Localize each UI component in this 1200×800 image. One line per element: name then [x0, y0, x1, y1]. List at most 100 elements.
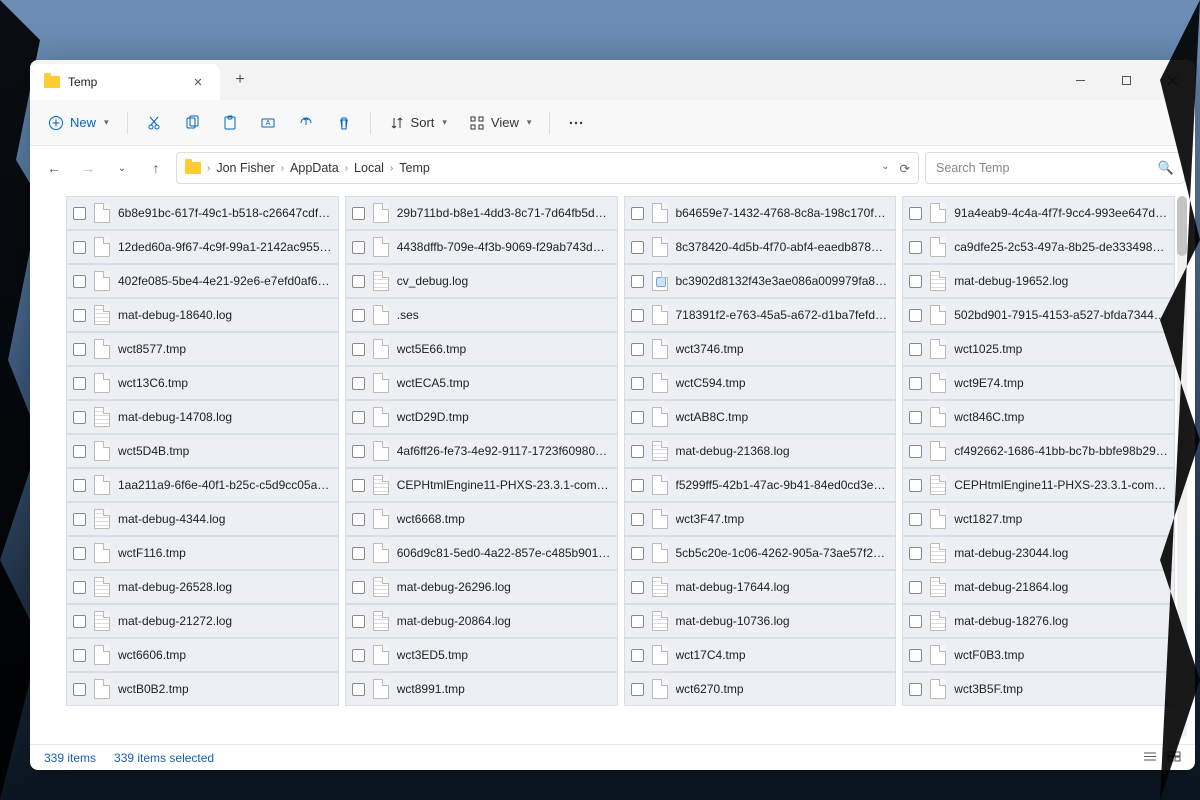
file-item[interactable]: wctECA5.tmp — [345, 366, 618, 400]
file-item[interactable]: wct3746.tmp — [624, 332, 897, 366]
checkbox[interactable] — [352, 479, 365, 492]
checkbox[interactable] — [909, 411, 922, 424]
file-item[interactable]: mat-debug-19652.log — [902, 264, 1175, 298]
file-item[interactable]: 4438dffb-709e-4f3b-9069-f29ab743d9e9.tmp — [345, 230, 618, 264]
checkbox[interactable] — [631, 479, 644, 492]
file-item[interactable]: wct8577.tmp — [66, 332, 339, 366]
file-item[interactable]: wct5D4B.tmp — [66, 434, 339, 468]
checkbox[interactable] — [73, 479, 86, 492]
file-item[interactable]: wctAB8C.tmp — [624, 400, 897, 434]
checkbox[interactable] — [352, 683, 365, 696]
checkbox[interactable] — [73, 683, 86, 696]
share-button[interactable] — [290, 107, 322, 139]
checkbox[interactable] — [909, 207, 922, 220]
checkbox[interactable] — [73, 615, 86, 628]
checkbox[interactable] — [73, 309, 86, 322]
breadcrumb-segment[interactable]: Local — [354, 161, 384, 175]
checkbox[interactable] — [631, 377, 644, 390]
up-button[interactable]: ↑ — [142, 154, 170, 182]
file-item[interactable]: wct1827.tmp — [902, 502, 1175, 536]
file-item[interactable]: mat-debug-26296.log — [345, 570, 618, 604]
checkbox[interactable] — [909, 683, 922, 696]
file-item[interactable]: wct6668.tmp — [345, 502, 618, 536]
checkbox[interactable] — [352, 615, 365, 628]
refresh-button[interactable]: ⟳ — [900, 161, 910, 176]
checkbox[interactable] — [909, 377, 922, 390]
file-item[interactable]: mat-debug-4344.log — [66, 502, 339, 536]
file-item[interactable]: cv_debug.log — [345, 264, 618, 298]
file-item[interactable]: mat-debug-17644.log — [624, 570, 897, 604]
checkbox[interactable] — [352, 513, 365, 526]
file-item[interactable]: wctB0B2.tmp — [66, 672, 339, 706]
file-item[interactable]: mat-debug-21368.log — [624, 434, 897, 468]
file-item[interactable]: 29b711bd-b8e1-4dd3-8c71-7d64fb5d54ee.t..… — [345, 196, 618, 230]
scrollbar-thumb[interactable] — [1177, 196, 1187, 256]
file-item[interactable]: b64659e7-1432-4768-8c8a-198c170f7532.tmp — [624, 196, 897, 230]
file-item[interactable]: 5cb5c20e-1c06-4262-905a-73ae57f26c51.tmp — [624, 536, 897, 570]
checkbox[interactable] — [352, 241, 365, 254]
file-item[interactable]: 402fe085-5be4-4e21-92e6-e7efd0af698c.tmp — [66, 264, 339, 298]
checkbox[interactable] — [909, 309, 922, 322]
sort-button[interactable]: Sort ▾ — [381, 107, 455, 139]
file-item[interactable]: wct5E66.tmp — [345, 332, 618, 366]
file-item[interactable]: 12ded60a-9f67-4c9f-99a1-2142ac955207.tmp — [66, 230, 339, 264]
close-button[interactable] — [1149, 60, 1195, 100]
recent-locations-button[interactable]: ⌄ — [108, 154, 136, 182]
file-item[interactable]: 718391f2-e763-45a5-a672-d1ba7fefd39d.tmp — [624, 298, 897, 332]
checkbox[interactable] — [73, 343, 86, 356]
rename-button[interactable]: A — [252, 107, 284, 139]
checkbox[interactable] — [631, 683, 644, 696]
file-item[interactable]: wct3ED5.tmp — [345, 638, 618, 672]
checkbox[interactable] — [352, 309, 365, 322]
search-input[interactable]: Search Temp 🔍 — [925, 152, 1185, 184]
file-item[interactable]: 6b8e91bc-617f-49c1-b518-c26647cdf4ad.tmp — [66, 196, 339, 230]
file-item[interactable]: bc3902d8132f43e3ae086a009979fa88.db — [624, 264, 897, 298]
file-item[interactable]: wctD29D.tmp — [345, 400, 618, 434]
checkbox[interactable] — [909, 241, 922, 254]
checkbox[interactable] — [352, 547, 365, 560]
file-item[interactable]: ca9dfe25-2c53-497a-8b25-de3334982501.tmp — [902, 230, 1175, 264]
checkbox[interactable] — [73, 411, 86, 424]
file-item[interactable]: 606d9c81-5ed0-4a22-857e-c485b9016318.t..… — [345, 536, 618, 570]
forward-button[interactable]: → — [74, 154, 102, 182]
checkbox[interactable] — [631, 615, 644, 628]
copy-button[interactable] — [176, 107, 208, 139]
file-item[interactable]: 8c378420-4d5b-4f70-abf4-eaedb878e665.tmp — [624, 230, 897, 264]
checkbox[interactable] — [352, 581, 365, 594]
checkbox[interactable] — [909, 343, 922, 356]
breadcrumb-segment[interactable]: AppData — [290, 161, 339, 175]
file-item[interactable]: wct1025.tmp — [902, 332, 1175, 366]
details-view-button[interactable] — [1143, 751, 1157, 765]
checkbox[interactable] — [909, 581, 922, 594]
back-button[interactable]: ← — [40, 154, 68, 182]
file-item[interactable]: wct17C4.tmp — [624, 638, 897, 672]
file-item[interactable]: wctF0B3.tmp — [902, 638, 1175, 672]
tab-close-button[interactable]: ✕ — [190, 74, 206, 90]
file-item[interactable]: 91a4eab9-4c4a-4f7f-9cc4-993ee647dc0a.tmp — [902, 196, 1175, 230]
file-item[interactable]: .ses — [345, 298, 618, 332]
tab-temp[interactable]: Temp ✕ — [30, 64, 220, 100]
checkbox[interactable] — [73, 207, 86, 220]
file-item[interactable]: mat-debug-20864.log — [345, 604, 618, 638]
paste-button[interactable] — [214, 107, 246, 139]
file-item[interactable]: 1aa211a9-6f6e-40f1-b25c-c5d9cc05a18b.tmp — [66, 468, 339, 502]
checkbox[interactable] — [909, 513, 922, 526]
new-button[interactable]: New ▾ — [40, 107, 117, 139]
checkbox[interactable] — [352, 275, 365, 288]
file-item[interactable]: wct6606.tmp — [66, 638, 339, 672]
checkbox[interactable] — [631, 547, 644, 560]
maximize-button[interactable] — [1103, 60, 1149, 100]
checkbox[interactable] — [909, 445, 922, 458]
file-item[interactable]: CEPHtmlEngine11-PHXS-23.3.1-com.adobe... — [345, 468, 618, 502]
file-item[interactable]: 4af6ff26-fe73-4e92-9117-1723f60980b2.tmp — [345, 434, 618, 468]
checkbox[interactable] — [631, 241, 644, 254]
checkbox[interactable] — [631, 309, 644, 322]
delete-button[interactable] — [328, 107, 360, 139]
checkbox[interactable] — [909, 615, 922, 628]
cut-button[interactable] — [138, 107, 170, 139]
file-item[interactable]: wct13C6.tmp — [66, 366, 339, 400]
checkbox[interactable] — [909, 479, 922, 492]
file-item[interactable]: wctC594.tmp — [624, 366, 897, 400]
minimize-button[interactable] — [1057, 60, 1103, 100]
checkbox[interactable] — [352, 343, 365, 356]
